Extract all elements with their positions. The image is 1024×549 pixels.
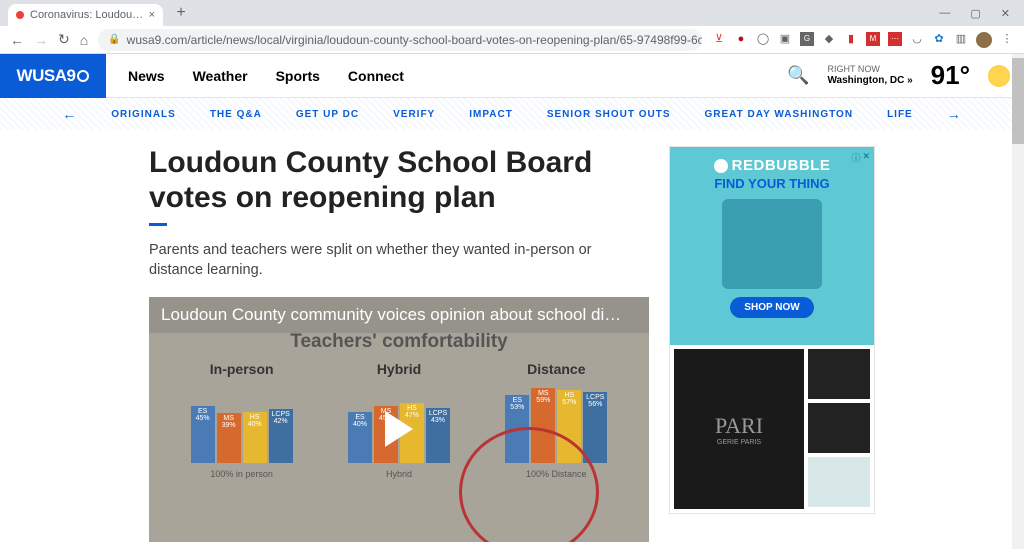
- minimize-button[interactable]: —: [939, 7, 950, 20]
- ext-icon[interactable]: ◯: [756, 32, 770, 46]
- ad-unit[interactable]: ⓘ✕ REDBUBBLE FIND YOUR THING SHOP NOW PA…: [669, 146, 875, 514]
- subnav-item[interactable]: SENIOR SHOUT OUTS: [547, 109, 671, 120]
- sun-icon: [988, 65, 1010, 87]
- now-label: RIGHT NOW: [827, 64, 879, 75]
- maximize-button[interactable]: ▢: [970, 7, 980, 20]
- site-logo[interactable]: WUSA9: [0, 54, 106, 98]
- favicon: [16, 11, 24, 19]
- ext-icon[interactable]: ⋯: [888, 32, 902, 46]
- ext-icon[interactable]: ▥: [954, 32, 968, 46]
- ad-art: [722, 199, 822, 289]
- profile-avatar[interactable]: [976, 32, 992, 48]
- main-nav: News Weather Sports Connect: [128, 68, 404, 84]
- home-button[interactable]: ⌂: [80, 32, 88, 48]
- ext-icon[interactable]: ◡: [910, 32, 924, 46]
- ad-brand: REDBUBBLE: [680, 157, 864, 174]
- nav-weather[interactable]: Weather: [193, 68, 248, 84]
- temperature: 91°: [931, 60, 970, 91]
- chart-title: Teachers' comfortability: [149, 331, 649, 353]
- ext-icon[interactable]: ▣: [778, 32, 792, 46]
- forward-button[interactable]: →: [34, 32, 48, 48]
- ext-icon[interactable]: ✿: [932, 32, 946, 46]
- ad-tagline: FIND YOUR THING: [680, 176, 864, 191]
- play-icon[interactable]: [385, 411, 413, 447]
- nav-news[interactable]: News: [128, 68, 165, 84]
- ext-icon[interactable]: ⊻: [712, 32, 726, 46]
- weather-widget[interactable]: RIGHT NOW Washington, DC »: [827, 64, 912, 87]
- subnav-item[interactable]: THE Q&A: [210, 109, 262, 120]
- sidebar: ⓘ✕ REDBUBBLE FIND YOUR THING SHOP NOW PA…: [669, 146, 875, 542]
- article-subhead: Parents and teachers were split on wheth…: [149, 240, 649, 281]
- nav-sports[interactable]: Sports: [276, 68, 320, 84]
- nav-connect[interactable]: Connect: [348, 68, 404, 84]
- ad-product-thumb[interactable]: [808, 349, 870, 399]
- tab-title: Coronavirus: Loudoun County Sc: [30, 9, 145, 21]
- browser-tab[interactable]: Coronavirus: Loudoun County Sc ×: [8, 4, 163, 26]
- ext-icon[interactable]: G: [800, 32, 814, 46]
- search-icon[interactable]: 🔍: [787, 65, 809, 86]
- lock-icon: 🔒: [108, 34, 120, 45]
- subnav-next-icon[interactable]: →: [947, 106, 962, 122]
- ad-close[interactable]: ⓘ✕: [851, 151, 870, 164]
- scrollbar[interactable]: [1012, 54, 1024, 549]
- subnav-item[interactable]: GREAT DAY WASHINGTON: [705, 109, 854, 120]
- pdf-icon[interactable]: ▮: [844, 32, 858, 46]
- scroll-thumb[interactable]: [1012, 58, 1024, 144]
- ad-product-thumb[interactable]: [808, 457, 870, 507]
- subnav-item[interactable]: LIFE: [887, 109, 913, 120]
- subnav-item[interactable]: VERIFY: [393, 109, 435, 120]
- article-headline: Loudoun County School Board votes on reo…: [149, 146, 649, 215]
- gmail-icon[interactable]: M: [866, 32, 880, 46]
- new-tab-button[interactable]: +: [171, 3, 191, 23]
- close-window-button[interactable]: ✕: [1001, 7, 1010, 20]
- address-bar[interactable]: 🔒 wusa9.com/article/news/local/virginia/…: [98, 29, 702, 51]
- url-text: wusa9.com/article/news/local/virginia/lo…: [127, 33, 702, 47]
- subnav-item[interactable]: ORIGINALS: [111, 109, 176, 120]
- ad-product-main[interactable]: PARI GERIE PARIS: [674, 349, 804, 509]
- sub-nav: ← ORIGINALS THE Q&A GET UP DC VERIFY IMP…: [0, 98, 1024, 130]
- weather-location: Washington, DC »: [827, 75, 912, 87]
- close-tab-icon[interactable]: ×: [149, 9, 155, 21]
- reload-button[interactable]: ↻: [58, 31, 70, 48]
- subnav-item[interactable]: GET UP DC: [296, 109, 359, 120]
- back-button[interactable]: ←: [10, 32, 24, 48]
- ext-icon[interactable]: ◆: [822, 32, 836, 46]
- ad-cta-button[interactable]: SHOP NOW: [730, 297, 813, 318]
- subnav-prev-icon[interactable]: ←: [62, 106, 77, 122]
- pinterest-icon[interactable]: ●: [734, 32, 748, 46]
- video-player[interactable]: Loudoun County community voices opinion …: [149, 297, 649, 542]
- logo-target-icon: [77, 70, 89, 82]
- menu-icon[interactable]: ⋮: [1000, 32, 1014, 46]
- headline-accent: [149, 223, 167, 226]
- subnav-item[interactable]: IMPACT: [469, 109, 513, 120]
- video-title: Loudoun County community voices opinion …: [149, 297, 649, 333]
- article: Loudoun County School Board votes on reo…: [149, 146, 649, 542]
- ad-product-thumb[interactable]: [808, 403, 870, 453]
